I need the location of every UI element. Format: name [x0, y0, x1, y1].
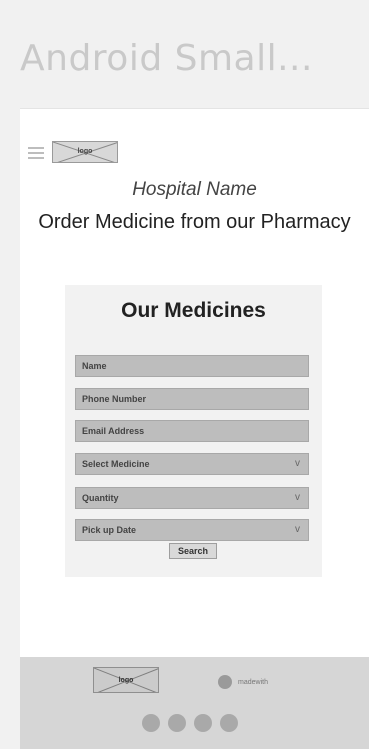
name-input[interactable]: Name — [75, 355, 309, 377]
phone-input[interactable]: Phone Number — [75, 388, 309, 410]
medicine-order-form: Our Medicines Name Phone Number Email Ad… — [65, 285, 322, 577]
phone-placeholder: Phone Number — [82, 394, 147, 404]
chevron-down-icon: v — [295, 492, 300, 503]
credit-icon — [218, 675, 232, 689]
page-heading: Order Medicine from our Pharmacy — [38, 211, 351, 233]
form-title: Our Medicines — [121, 299, 266, 322]
medicine-placeholder: Select Medicine — [82, 459, 150, 469]
quantity-placeholder: Quantity — [82, 493, 119, 503]
name-placeholder: Name — [82, 361, 107, 371]
hospital-name: Hospital Name — [132, 179, 257, 200]
frame-title: Android Small... — [20, 38, 313, 79]
footer: logo madewith — [20, 657, 369, 749]
pickup-date-select[interactable]: Pick up Date v — [75, 519, 309, 541]
footer-logo-label: logo — [118, 677, 134, 684]
menu-icon[interactable] — [28, 147, 44, 159]
quantity-select[interactable]: Quantity v — [75, 487, 309, 509]
app-screen: logo Hospital Name Order Medicine from o… — [20, 108, 369, 749]
credit-link[interactable]: madewith — [218, 675, 268, 689]
logo-label: logo — [77, 148, 93, 155]
social-links — [142, 714, 246, 732]
pickup-placeholder: Pick up Date — [82, 525, 137, 535]
social-icon[interactable] — [142, 714, 160, 732]
medicine-select[interactable]: Select Medicine v — [75, 453, 309, 475]
social-icon[interactable] — [168, 714, 186, 732]
search-button[interactable]: Search — [169, 543, 217, 559]
chevron-down-icon: v — [295, 524, 300, 535]
social-icon[interactable] — [194, 714, 212, 732]
chevron-down-icon: v — [295, 458, 300, 469]
credit-text: madewith — [238, 678, 268, 686]
email-placeholder: Email Address — [82, 426, 145, 436]
social-icon[interactable] — [220, 714, 238, 732]
footer-logo-image: logo — [93, 667, 159, 693]
email-input[interactable]: Email Address — [75, 420, 309, 442]
logo-image: logo — [52, 141, 118, 163]
